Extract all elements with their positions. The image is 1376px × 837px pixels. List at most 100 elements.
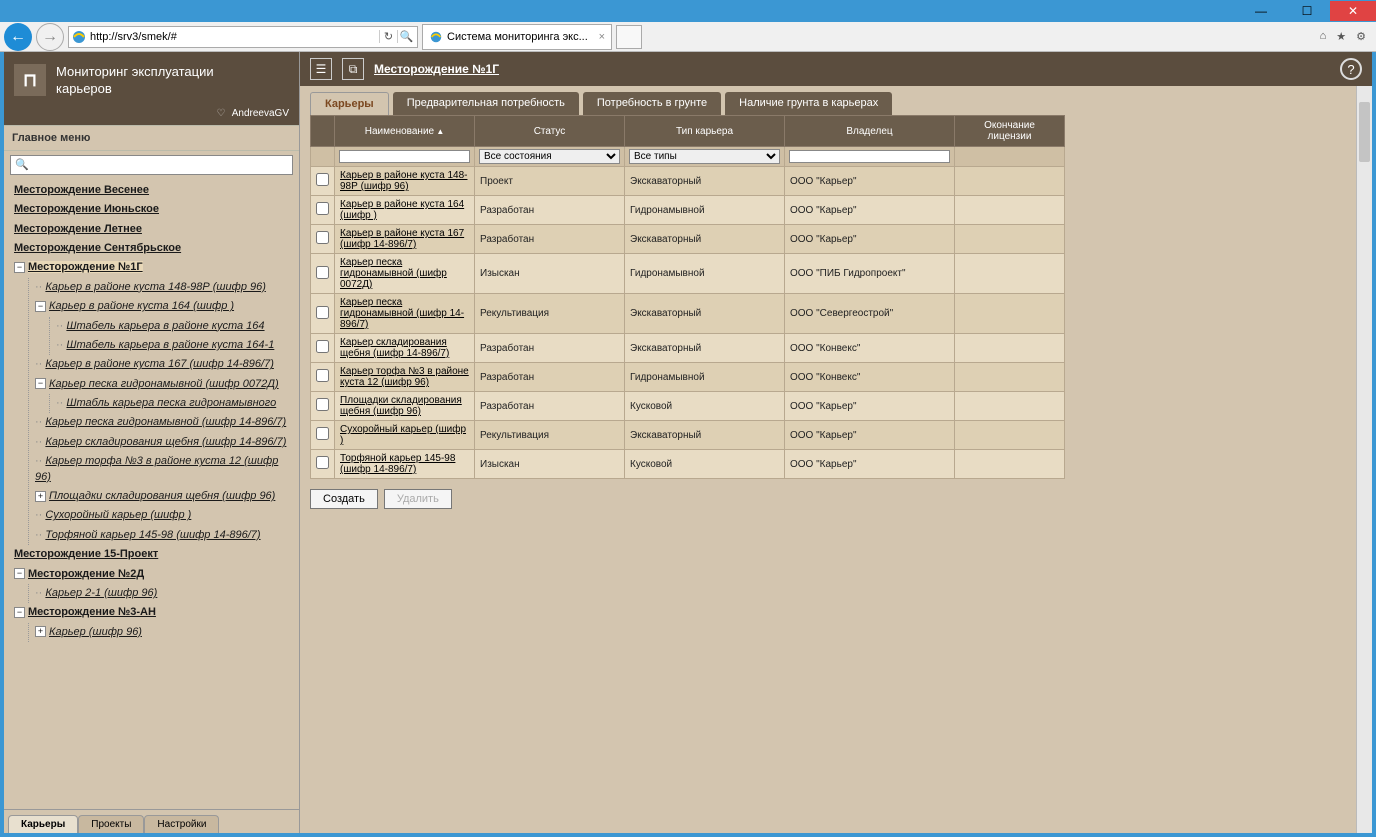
tab-soil-need[interactable]: Потребность в грунте [583, 92, 721, 115]
tab-prelim-need[interactable]: Предварительная потребность [393, 92, 579, 115]
table-row[interactable]: Карьер песка гидронамывной (шифр 14-896/… [311, 294, 1065, 334]
col-name[interactable]: Наименование [335, 116, 475, 147]
col-owner[interactable]: Владелец [785, 116, 955, 147]
row-checkbox[interactable] [316, 456, 329, 469]
tree-item-label[interactable]: Месторождение №3-АН [28, 606, 156, 618]
user-row[interactable]: ♡ AndreevaGV [4, 106, 299, 125]
row-checkbox[interactable] [316, 398, 329, 411]
row-checkbox[interactable] [316, 266, 329, 279]
cell-name[interactable]: Карьер в районе куста 148-98Р (шифр 96) [335, 167, 475, 196]
col-type[interactable]: Тип карьера [625, 116, 785, 147]
nav-forward-button[interactable]: → [36, 23, 64, 51]
cell-name[interactable]: Торфяной карьер 145-98 (шифр 14-896/7) [335, 450, 475, 479]
row-checkbox[interactable] [316, 202, 329, 215]
tree-item-label[interactable]: Месторождение Летнее [14, 223, 142, 235]
tree[interactable]: Месторождение Весенее Месторождение Июньс… [4, 179, 299, 809]
tree-expander-icon[interactable]: − [35, 378, 46, 389]
tree-search-input[interactable] [33, 159, 292, 171]
favorites-icon[interactable]: ★ [1336, 30, 1346, 43]
address-refresh-icon[interactable]: ↻ [379, 30, 397, 43]
create-button[interactable]: Создать [310, 489, 378, 509]
cell-name[interactable]: Карьер в районе куста 167 (шифр 14-896/7… [335, 225, 475, 254]
cell-name[interactable]: Сухоройный карьер (шифр ) [335, 421, 475, 450]
table-row[interactable]: Торфяной карьер 145-98 (шифр 14-896/7)Из… [311, 450, 1065, 479]
tree-item-label[interactable]: Карьер песка гидронамывной (шифр 0072Д) [49, 378, 279, 390]
row-checkbox[interactable] [316, 369, 329, 382]
row-checkbox[interactable] [316, 231, 329, 244]
sidebar-tab-projects[interactable]: Проекты [78, 815, 144, 833]
tree-expander-icon[interactable]: + [35, 626, 46, 637]
cell-name[interactable]: Карьер песка гидронамывной (шифр 14-896/… [335, 294, 475, 334]
table-row[interactable]: Карьер торфа №3 в районе куста 12 (шифр … [311, 363, 1065, 392]
filter-type-select[interactable]: Все типы [629, 149, 780, 164]
browser-tab[interactable]: Система мониторинга экс... × [422, 24, 612, 50]
col-license[interactable]: Окончание лицензии [955, 116, 1065, 147]
window-close-button[interactable]: ✕ [1330, 1, 1376, 21]
tree-item-label[interactable]: Карьер 2-1 (шифр 96) [45, 587, 157, 599]
tab-close-icon[interactable]: × [599, 31, 605, 43]
tree-item-label[interactable]: Карьер в районе куста 148-98Р (шифр 96) [45, 281, 266, 293]
delete-button[interactable]: Удалить [384, 489, 452, 509]
tab-soil-avail[interactable]: Наличие грунта в карьерах [725, 92, 892, 115]
filter-owner-input[interactable] [789, 150, 950, 163]
tree-item-label[interactable]: Месторождение Сентябрьское [14, 242, 181, 254]
tree-expander-icon[interactable]: − [14, 262, 25, 273]
table-row[interactable]: Карьер в районе куста 167 (шифр 14-896/7… [311, 225, 1065, 254]
table-row[interactable]: Карьер в районе куста 148-98Р (шифр 96)П… [311, 167, 1065, 196]
address-input[interactable] [90, 31, 379, 43]
tree-item-label[interactable]: Месторождение 15-Проект [14, 548, 158, 560]
breadcrumb-title[interactable]: Месторождение №1Г [374, 62, 499, 76]
help-icon[interactable]: ? [1340, 58, 1362, 80]
main-scrollbar[interactable] [1356, 86, 1372, 833]
tree-expander-icon[interactable]: − [14, 607, 25, 618]
tree-item-label[interactable]: Карьер (шифр 96) [49, 626, 142, 638]
tree-item-label[interactable]: Карьер складирования щебня (шифр 14-896/… [45, 436, 286, 448]
tree-item-label[interactable]: Карьер в районе куста 167 (шифр 14-896/7… [45, 358, 273, 370]
cell-name[interactable]: Площадки складирования щебня (шифр 96) [335, 392, 475, 421]
window-maximize-button[interactable]: ☐ [1284, 1, 1330, 21]
home-icon[interactable]: ⌂ [1320, 30, 1327, 43]
table-row[interactable]: Площадки складирования щебня (шифр 96)Ра… [311, 392, 1065, 421]
tab-quarries[interactable]: Карьеры [310, 92, 389, 115]
tree-item-label[interactable]: Сухоройный карьер (шифр ) [45, 509, 191, 521]
tree-item-label[interactable]: Месторождение Июньское [14, 203, 159, 215]
row-checkbox[interactable] [316, 173, 329, 186]
address-bar[interactable]: ↻ 🔍 [68, 26, 418, 48]
filter-name-input[interactable] [339, 150, 470, 163]
tree-item-label[interactable]: Карьер торфа №3 в районе куста 12 (шифр … [35, 455, 278, 482]
tree-item-label[interactable]: Торфяной карьер 145-98 (шифр 14-896/7) [45, 529, 260, 541]
tree-item-label[interactable]: Штабль карьера песка гидронамывного [66, 397, 276, 409]
tree-item-label[interactable]: Месторождение Весенее [14, 184, 149, 196]
tree-item-label[interactable]: Месторождение №1Г [28, 261, 143, 273]
settings-icon[interactable]: ⚙ [1356, 30, 1366, 43]
tree-item-label[interactable]: Площадки складирования щебня (шифр 96) [49, 490, 275, 502]
table-row[interactable]: Карьер в районе куста 164 (шифр )Разрабо… [311, 196, 1065, 225]
table-row[interactable]: Карьер песка гидронамывной (шифр 0072Д)И… [311, 254, 1065, 294]
tree-item-label[interactable]: Месторождение №2Д [28, 568, 144, 580]
table-row[interactable]: Карьер складирования щебня (шифр 14-896/… [311, 334, 1065, 363]
tree-item-label[interactable]: Штабель карьера в районе куста 164 [66, 320, 264, 332]
sidebar-tab-settings[interactable]: Настройки [144, 815, 219, 833]
cell-name[interactable]: Карьер торфа №3 в районе куста 12 (шифр … [335, 363, 475, 392]
table-row[interactable]: Сухоройный карьер (шифр )РекультивацияЭк… [311, 421, 1065, 450]
tree-expander-icon[interactable]: − [35, 301, 46, 312]
address-search-icon[interactable]: 🔍 [397, 30, 415, 43]
tree-item-label[interactable]: Карьер в районе куста 164 (шифр ) [49, 300, 234, 312]
tree-expander-icon[interactable]: − [14, 568, 25, 579]
nav-back-button[interactable]: ← [4, 23, 32, 51]
window-minimize-button[interactable]: — [1238, 1, 1284, 21]
tree-item-label[interactable]: Карьер песка гидронамывной (шифр 14-896/… [45, 416, 286, 428]
row-checkbox[interactable] [316, 306, 329, 319]
col-status[interactable]: Статус [475, 116, 625, 147]
tree-expander-icon[interactable]: + [35, 491, 46, 502]
sidebar-tab-quarries[interactable]: Карьеры [8, 815, 78, 833]
row-checkbox[interactable] [316, 340, 329, 353]
filter-status-select[interactable]: Все состояния [479, 149, 620, 164]
cell-name[interactable]: Карьер песка гидронамывной (шифр 0072Д) [335, 254, 475, 294]
tree-search[interactable]: 🔍 [10, 155, 293, 175]
cell-name[interactable]: Карьер складирования щебня (шифр 14-896/… [335, 334, 475, 363]
cell-name[interactable]: Карьер в районе куста 164 (шифр ) [335, 196, 475, 225]
copy-icon[interactable]: ⧉ [342, 58, 364, 80]
new-tab-button[interactable] [616, 25, 642, 49]
doc-icon[interactable]: ☰ [310, 58, 332, 80]
